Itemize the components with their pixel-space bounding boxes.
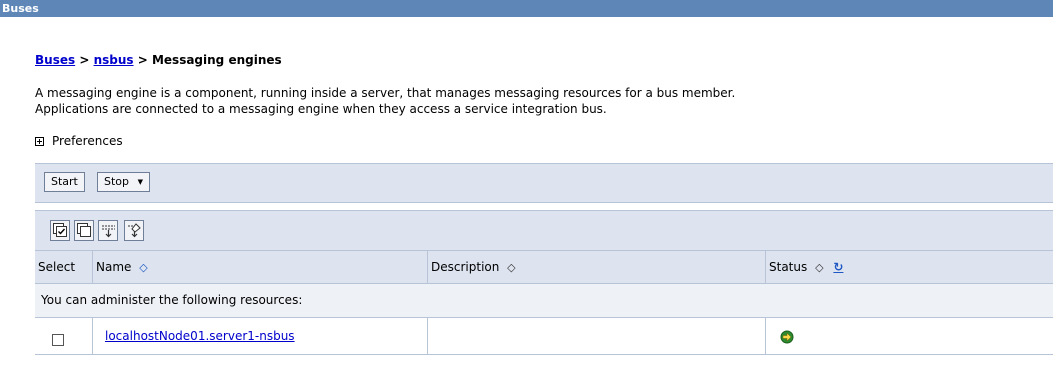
page-description: A messaging engine is a component, runni… — [35, 85, 735, 117]
column-status-label: Status — [769, 260, 808, 274]
column-header-description[interactable]: Description ◇ — [428, 251, 766, 283]
column-header-name[interactable]: Name ◇ — [93, 251, 428, 283]
breadcrumb: Buses > nsbus > Messaging engines — [35, 53, 282, 67]
column-header-status[interactable]: Status ◇ ↻ — [766, 251, 1053, 283]
name-cell: localhostNode01.server1-nsbus — [93, 318, 428, 354]
row-select-checkbox[interactable] — [52, 334, 64, 346]
breadcrumb-separator: > — [137, 53, 148, 67]
breadcrumb-nsbus-link[interactable]: nsbus — [94, 53, 134, 67]
messaging-engine-link[interactable]: localhostNode01.server1-nsbus — [105, 329, 295, 343]
sort-icon[interactable]: ◇ — [139, 261, 147, 274]
preferences-toggle[interactable]: Preferences — [35, 134, 123, 148]
expand-plus-icon[interactable] — [35, 136, 44, 146]
status-cell — [766, 318, 1053, 354]
show-filter-icon[interactable] — [98, 220, 118, 241]
sort-icon[interactable]: ◇ — [815, 261, 823, 274]
sort-icon[interactable]: ◇ — [507, 261, 515, 274]
selection-icon-toolbar — [35, 210, 1053, 251]
refresh-icon[interactable]: ↻ — [833, 260, 843, 274]
resources-notice: You can administer the following resourc… — [35, 284, 1053, 318]
select-cell — [35, 318, 93, 354]
dropdown-arrow-icon: ▼ — [137, 178, 144, 186]
description-line-1: A messaging engine is a component, runni… — [35, 86, 736, 100]
action-button-bar: Start Stop ▼ — [35, 163, 1053, 203]
table-header: Select Name ◇ Description ◇ Status ◇ ↻ — [35, 251, 1053, 284]
column-description-label: Description — [431, 260, 500, 274]
clear-filter-icon[interactable] — [124, 220, 144, 241]
select-all-icon[interactable] — [50, 220, 70, 241]
column-header-select: Select — [35, 251, 93, 283]
breadcrumb-current: Messaging engines — [151, 53, 282, 67]
stop-button[interactable]: Stop ▼ — [97, 172, 151, 192]
preferences-label: Preferences — [52, 134, 123, 148]
start-button[interactable]: Start — [44, 172, 85, 192]
description-line-2: Applications are connected to a messagin… — [35, 102, 607, 116]
breadcrumb-buses-link[interactable]: Buses — [35, 53, 75, 67]
breadcrumb-separator: > — [79, 53, 90, 67]
description-cell — [428, 318, 766, 354]
stop-button-label: Stop — [104, 175, 130, 188]
title-bar: Buses — [0, 0, 1053, 17]
column-name-label: Name — [96, 260, 132, 274]
table-row: localhostNode01.server1-nsbus — [35, 318, 1053, 355]
started-arrow-icon — [780, 330, 794, 344]
deselect-all-icon[interactable] — [74, 220, 94, 241]
